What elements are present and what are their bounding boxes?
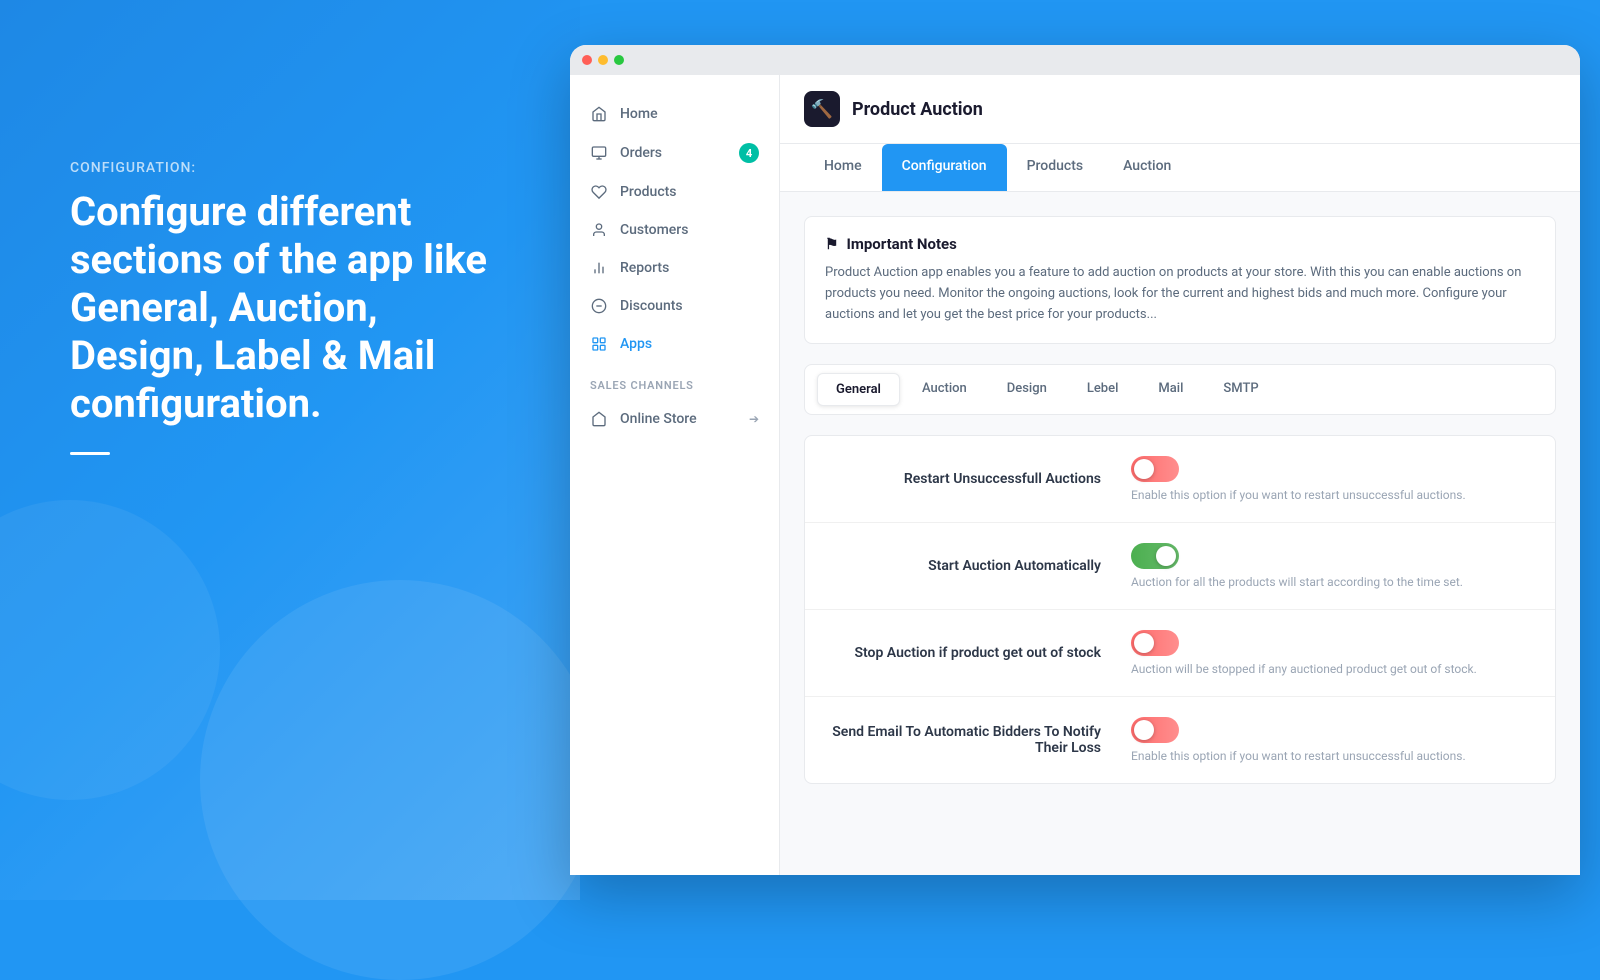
setting-row-send-email: Send Email To Automatic Bidders To Notif… — [805, 697, 1555, 783]
settings-list: Restart Unsuccessfull Auctions Enable th… — [804, 435, 1556, 784]
setting-label-send-email: Send Email To Automatic Bidders To Notif… — [829, 724, 1101, 756]
tab-home[interactable]: Home — [804, 144, 882, 191]
orders-icon — [590, 144, 608, 162]
sidebar-item-home[interactable]: Home — [570, 95, 779, 133]
orders-badge: 4 — [739, 143, 759, 163]
setting-label-group-out-of-stock: Stop Auction if product get out of stock — [829, 645, 1131, 661]
toggle-desc-out-of-stock: Auction will be stopped if any auctioned… — [1131, 662, 1477, 676]
main-tabs-bar: Home Configuration Products Auction — [780, 144, 1580, 192]
app-window: Home Orders 4 — [570, 45, 1580, 875]
toggle-group-send-email: Enable this option if you want to restar… — [1131, 717, 1531, 763]
toggle-desc-auto-start: Auction for all the products will start … — [1131, 575, 1463, 589]
sub-tab-design[interactable]: Design — [989, 373, 1065, 406]
setting-row-restart: Restart Unsuccessfull Auctions Enable th… — [805, 436, 1555, 523]
toggle-thumb-auto-start — [1156, 546, 1176, 566]
tab-auction[interactable]: Auction — [1103, 144, 1191, 191]
reports-icon — [590, 259, 608, 277]
toggle-desc-restart: Enable this option if you want to restar… — [1131, 488, 1466, 502]
left-label: CONFIGURATION: — [70, 160, 500, 176]
left-panel: CONFIGURATION: Configure different secti… — [70, 160, 500, 455]
left-title: Configure different sections of the app … — [70, 188, 500, 428]
sales-channels-label: SALES CHANNELS — [570, 363, 779, 400]
toggle-stop-out-of-stock[interactable] — [1131, 630, 1179, 656]
window-minimize-dot[interactable] — [598, 55, 608, 65]
sidebar-item-discounts-label: Discounts — [620, 298, 683, 314]
toggle-thumb-send-email — [1134, 720, 1154, 740]
sub-tab-general[interactable]: General — [817, 373, 900, 406]
sub-tab-mail[interactable]: Mail — [1140, 373, 1201, 406]
sidebar-item-home-label: Home — [620, 106, 658, 122]
home-icon — [590, 105, 608, 123]
products-icon — [590, 183, 608, 201]
setting-label-group-send-email: Send Email To Automatic Bidders To Notif… — [829, 724, 1131, 756]
sidebar-item-customers-label: Customers — [620, 222, 688, 238]
setting-label-group-auto-start: Start Auction Automatically — [829, 558, 1131, 574]
setting-label-auto-start: Start Auction Automatically — [829, 558, 1101, 574]
auction-hammer-icon: 🔨 — [811, 99, 833, 120]
sub-tab-lebel[interactable]: Lebel — [1069, 373, 1137, 406]
window-maximize-dot[interactable] — [614, 55, 624, 65]
setting-row-auto-start: Start Auction Automatically Auction for … — [805, 523, 1555, 610]
content-area: ⚑ Important Notes Product Auction app en… — [780, 192, 1580, 808]
sidebar-item-discounts[interactable]: Discounts — [570, 287, 779, 325]
toggle-start-automatically[interactable] — [1131, 543, 1179, 569]
apps-icon — [590, 335, 608, 353]
sidebar-item-reports[interactable]: Reports — [570, 249, 779, 287]
tab-configuration[interactable]: Configuration — [882, 144, 1007, 191]
window-close-dot[interactable] — [582, 55, 592, 65]
toggle-group-out-of-stock: Auction will be stopped if any auctioned… — [1131, 630, 1531, 676]
discounts-icon — [590, 297, 608, 315]
sub-tab-smtp[interactable]: SMTP — [1205, 373, 1276, 406]
app-icon: 🔨 — [804, 91, 840, 127]
setting-label-restart: Restart Unsuccessfull Auctions — [829, 471, 1101, 487]
main-content: 🔨 Product Auction Home Configuration Pro… — [780, 75, 1580, 875]
sidebar-item-reports-label: Reports — [620, 260, 669, 276]
window-body: Home Orders 4 — [570, 75, 1580, 875]
toggle-thumb-restart — [1134, 459, 1154, 479]
sidebar-item-apps-label: Apps — [620, 336, 652, 352]
customers-icon — [590, 221, 608, 239]
topbar-title: Product Auction — [852, 99, 983, 120]
setting-label-group-restart: Restart Unsuccessfull Auctions — [829, 471, 1131, 487]
sub-tab-auction[interactable]: Auction — [904, 373, 985, 406]
toggle-desc-send-email: Enable this option if you want to restar… — [1131, 749, 1466, 763]
sidebar: Home Orders 4 — [570, 75, 780, 875]
topbar: 🔨 Product Auction — [780, 75, 1580, 144]
toggle-thumb-out-of-stock — [1134, 633, 1154, 653]
tab-products[interactable]: Products — [1007, 144, 1104, 191]
left-divider — [70, 452, 110, 455]
toggle-group-auto-start: Auction for all the products will start … — [1131, 543, 1531, 589]
sidebar-item-customers[interactable]: Customers — [570, 211, 779, 249]
sidebar-item-apps[interactable]: Apps — [570, 325, 779, 363]
toggle-send-email[interactable] — [1131, 717, 1179, 743]
sub-tabs-bar: General Auction Design Lebel Mail — [804, 364, 1556, 415]
sidebar-item-orders[interactable]: Orders 4 — [570, 133, 779, 173]
window-chrome — [570, 45, 1580, 75]
notes-text: Product Auction app enables you a featur… — [825, 263, 1535, 325]
toggle-group-restart: Enable this option if you want to restar… — [1131, 456, 1531, 502]
sidebar-item-online-store-label: Online Store — [620, 411, 697, 427]
external-link-icon: ➔ — [749, 412, 759, 426]
bg-circle-1 — [200, 580, 600, 980]
notes-header-text: Important Notes — [846, 235, 956, 253]
sidebar-item-online-store[interactable]: Online Store ➔ — [570, 400, 779, 438]
store-icon — [590, 410, 608, 428]
notes-box: ⚑ Important Notes Product Auction app en… — [804, 216, 1556, 344]
toggle-restart-unsuccessful[interactable] — [1131, 456, 1179, 482]
sidebar-item-products-label: Products — [620, 184, 677, 200]
setting-label-out-of-stock: Stop Auction if product get out of stock — [829, 645, 1101, 661]
sidebar-item-orders-label: Orders — [620, 145, 662, 161]
flag-icon: ⚑ — [825, 235, 838, 253]
sidebar-item-products[interactable]: Products — [570, 173, 779, 211]
notes-header: ⚑ Important Notes — [825, 235, 1535, 253]
setting-row-out-of-stock: Stop Auction if product get out of stock… — [805, 610, 1555, 697]
